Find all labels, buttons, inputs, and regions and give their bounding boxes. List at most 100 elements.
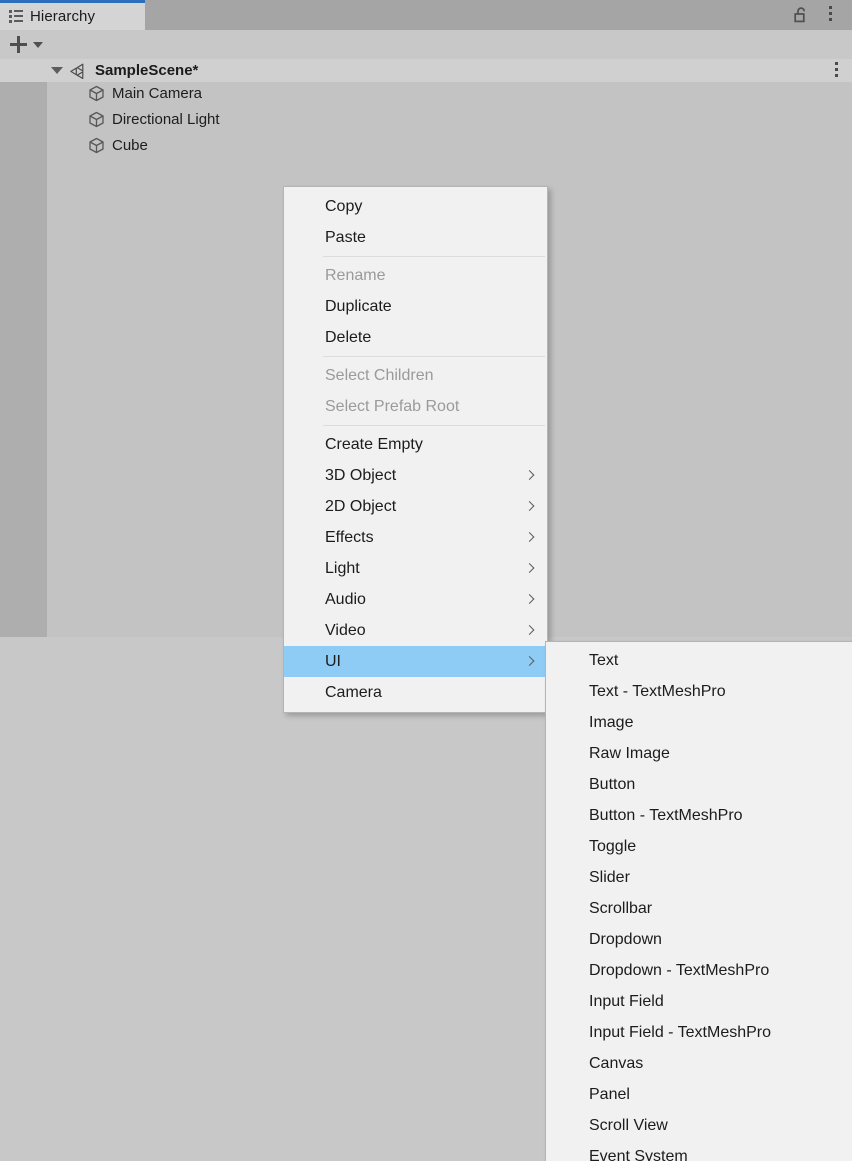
chevron-right-icon (525, 595, 534, 604)
menu-item-label: Delete (325, 328, 372, 346)
hierarchy-left-gutter (0, 82, 47, 637)
menu-item-effects[interactable]: Effects (284, 522, 547, 553)
menu-item-select-prefab-root: Select Prefab Root (284, 391, 547, 422)
kebab-menu-icon[interactable] (835, 62, 838, 80)
submenu-item-label: Dropdown (589, 930, 662, 948)
caret-down-icon (33, 41, 43, 48)
menu-item-label: Light (325, 559, 360, 577)
submenu-item-label: Image (589, 713, 634, 731)
menu-item-paste[interactable]: Paste (284, 222, 547, 253)
submenu-item-label: Toggle (589, 837, 637, 855)
menu-item-select-children: Select Children (284, 360, 547, 391)
menu-item-delete[interactable]: Delete (284, 322, 547, 353)
menu-item-audio[interactable]: Audio (284, 584, 547, 615)
chevron-right-icon (525, 564, 534, 573)
submenu-item-label: Dropdown - TextMeshPro (589, 961, 770, 979)
gameobject-label: Cube (112, 137, 148, 154)
menu-item-label: Create Empty (325, 435, 423, 453)
hierarchy-row-gameobject[interactable]: Main Camera (0, 82, 852, 105)
submenu-item-label: Input Field - TextMeshPro (589, 1023, 772, 1041)
submenu-item-dropdown-textmeshpro[interactable]: Dropdown - TextMeshPro (546, 955, 852, 986)
submenu-item-input-field[interactable]: Input Field (546, 986, 852, 1017)
context-menu: Copy Paste Rename Duplicate Delete Selec… (283, 186, 548, 713)
hierarchy-window: Hierarchy All (0, 0, 852, 1161)
gameobject-label: Main Camera (112, 85, 203, 102)
menu-item-label: Duplicate (325, 297, 392, 315)
submenu-item-label: Panel (589, 1085, 630, 1103)
hierarchy-row-gameobject[interactable]: Cube (0, 134, 852, 157)
menu-item-label: Rename (325, 266, 386, 284)
menu-item-label: UI (325, 652, 341, 670)
tab-hierarchy[interactable]: Hierarchy (0, 0, 145, 30)
tab-label: Hierarchy (30, 8, 96, 25)
unlocked-padlock-icon[interactable] (793, 6, 810, 24)
submenu-ui: Text Text - TextMeshPro Image Raw Image … (545, 641, 852, 1161)
gameobject-cube-icon (88, 111, 105, 128)
submenu-item-panel[interactable]: Panel (546, 1079, 852, 1110)
menu-item-ui[interactable]: UI (284, 646, 547, 677)
submenu-item-label: Slider (589, 868, 630, 886)
gameobject-cube-icon (88, 85, 105, 102)
submenu-item-canvas[interactable]: Canvas (546, 1048, 852, 1079)
menu-item-rename: Rename (284, 260, 547, 291)
menu-item-label: Select Children (325, 366, 434, 384)
submenu-item-button[interactable]: Button (546, 769, 852, 800)
menu-item-create-empty[interactable]: Create Empty (284, 429, 547, 460)
menu-item-2d-object[interactable]: 2D Object (284, 491, 547, 522)
submenu-item-label: Scroll View (589, 1116, 668, 1134)
submenu-item-label: Text - TextMeshPro (589, 682, 726, 700)
submenu-item-text[interactable]: Text (546, 645, 852, 676)
menu-separator (323, 425, 545, 426)
submenu-item-label: Button - TextMeshPro (589, 806, 743, 824)
chevron-right-icon (525, 471, 534, 480)
submenu-item-image[interactable]: Image (546, 707, 852, 738)
submenu-item-label: Button (589, 775, 636, 793)
submenu-item-label: Canvas (589, 1054, 644, 1072)
submenu-item-label: Scrollbar (589, 899, 653, 917)
kebab-menu-icon[interactable] (822, 6, 838, 24)
add-gameobject-button[interactable] (8, 33, 50, 56)
menu-separator (323, 256, 545, 257)
chevron-right-icon (525, 657, 534, 666)
hierarchy-list-icon (9, 10, 23, 23)
menu-item-camera[interactable]: Camera (284, 677, 547, 708)
menu-item-label: Paste (325, 228, 366, 246)
submenu-item-dropdown[interactable]: Dropdown (546, 924, 852, 955)
menu-item-light[interactable]: Light (284, 553, 547, 584)
submenu-item-label: Raw Image (589, 744, 670, 762)
menu-separator (323, 356, 545, 357)
menu-item-label: Video (325, 621, 366, 639)
hierarchy-row-gameobject[interactable]: Directional Light (0, 108, 852, 131)
menu-item-label: 3D Object (325, 466, 397, 484)
submenu-item-slider[interactable]: Slider (546, 862, 852, 893)
hierarchy-toolbar: All (0, 30, 852, 84)
scene-name-label: SampleScene* (95, 62, 199, 79)
hierarchy-row-scene[interactable]: SampleScene* (0, 59, 852, 82)
submenu-item-text-textmeshpro[interactable]: Text - TextMeshPro (546, 676, 852, 707)
submenu-item-scrollbar[interactable]: Scrollbar (546, 893, 852, 924)
submenu-item-label: Event System (589, 1147, 688, 1161)
gameobject-cube-icon (88, 137, 105, 154)
submenu-item-event-system[interactable]: Event System (546, 1141, 852, 1161)
menu-item-video[interactable]: Video (284, 615, 547, 646)
menu-item-label: Audio (325, 590, 366, 608)
submenu-item-scroll-view[interactable]: Scroll View (546, 1110, 852, 1141)
menu-item-label: Copy (325, 197, 363, 215)
menu-item-label: Camera (325, 683, 382, 701)
triangle-down-icon[interactable] (51, 67, 63, 74)
menu-item-3d-object[interactable]: 3D Object (284, 460, 547, 491)
submenu-item-button-textmeshpro[interactable]: Button - TextMeshPro (546, 800, 852, 831)
menu-item-label: 2D Object (325, 497, 397, 515)
unity-scene-icon (69, 62, 86, 80)
submenu-item-raw-image[interactable]: Raw Image (546, 738, 852, 769)
submenu-item-input-field-textmeshpro[interactable]: Input Field - TextMeshPro (546, 1017, 852, 1048)
menu-item-label: Select Prefab Root (325, 397, 460, 415)
menu-item-label: Effects (325, 528, 374, 546)
submenu-item-label: Text (589, 651, 619, 669)
chevron-right-icon (525, 626, 534, 635)
window-tab-bar: Hierarchy (0, 0, 852, 30)
menu-item-copy[interactable]: Copy (284, 191, 547, 222)
submenu-item-label: Input Field (589, 992, 664, 1010)
submenu-item-toggle[interactable]: Toggle (546, 831, 852, 862)
menu-item-duplicate[interactable]: Duplicate (284, 291, 547, 322)
